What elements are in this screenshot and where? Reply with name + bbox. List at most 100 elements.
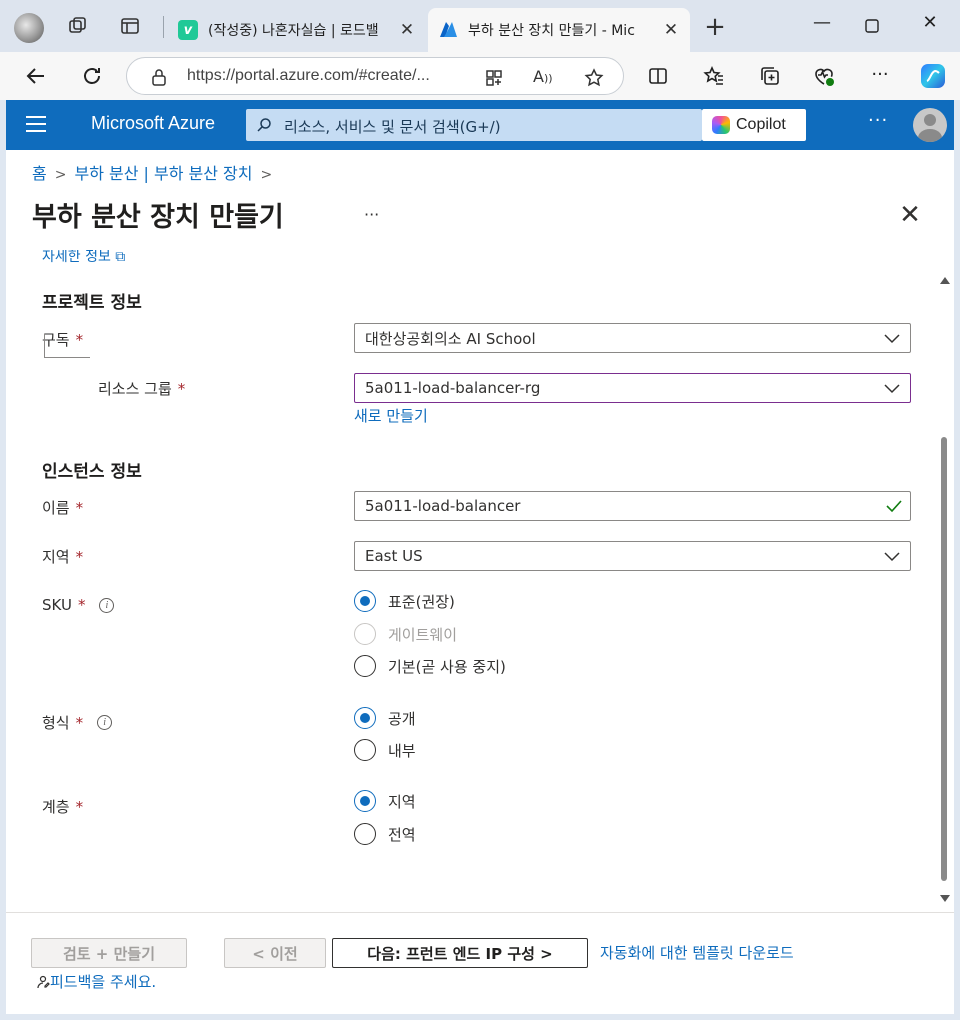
browser-tab-active[interactable]: 부하 분산 장치 만들기 - Mic ✕ [428,8,690,52]
tier-option-label: 전역 [388,825,416,844]
settings-more-icon[interactable]: ··· [868,64,892,88]
create-new-resource-group-link[interactable]: 새로 만들기 [354,405,428,426]
breadcrumb-load-balancing[interactable]: 부하 분산 | 부하 분산 장치 [74,164,252,183]
global-search-input[interactable]: 리소스, 서비스 및 문서 검색(G+/) [246,109,702,141]
copilot-browser-icon[interactable] [918,61,948,91]
azure-icon [438,20,458,40]
info-icon[interactable]: i [99,597,115,613]
azure-brand[interactable]: Microsoft Azure [91,113,215,134]
read-aloud-icon[interactable]: A)) [533,67,555,89]
region-label: 지역 * [42,546,83,567]
required-mark: * [77,596,86,614]
tab-title: 부하 분산 장치 만들기 - Mic [468,23,635,39]
refresh-icon[interactable] [78,62,106,90]
tab-actions-icon[interactable] [118,14,142,38]
type-label: 형식 * i [42,712,113,733]
lock-icon[interactable] [149,67,169,87]
split-screen-icon[interactable] [646,64,670,88]
radio-circle [354,590,376,612]
feedback-icon [37,975,50,988]
name-input[interactable]: 5a011-load-balancer [354,491,911,521]
resource-group-value: 5a011-load-balancer-rg [365,379,541,397]
resource-group-label-text: 리소스 그룹 [98,380,172,398]
sku-radio-standard[interactable]: 표준(권장) [354,590,455,612]
chevron-down-icon [884,381,900,395]
vertical-scrollbar[interactable] [938,275,950,905]
required-mark: * [75,547,84,566]
copilot-label: Copilot [736,116,786,133]
portal-viewport: Microsoft Azure 리소스, 서비스 및 문서 검색(G+/) Co… [6,100,954,1014]
type-radio-public[interactable]: 공개 [354,707,416,729]
previous-button[interactable]: < 이전 [224,938,326,968]
resource-group-select[interactable]: 5a011-load-balancer-rg [354,373,911,403]
address-bar-row: https://portal.azure.com/#create/... A))… [0,52,960,100]
learn-more-link[interactable]: 자세한 정보 ⧉ [42,250,125,266]
maximize-icon[interactable] [852,12,892,42]
chevron-down-icon [884,549,900,563]
next-frontend-ip-button[interactable]: 다음: 프런트 엔드 IP 구성 > [332,938,588,968]
chevron-right-icon: > [54,167,67,183]
required-mark: * [75,797,84,816]
close-tab-icon[interactable]: ✕ [662,20,680,40]
menu-icon[interactable] [26,116,46,132]
feedback-link[interactable]: 피드백을 주세요. [36,971,156,992]
name-label: 이름 * [42,497,83,518]
workspaces-icon[interactable] [66,14,90,38]
tier-label-text: 계층 [42,798,70,816]
scroll-up-icon[interactable] [940,277,950,284]
tier-radio-global[interactable]: 전역 [354,823,416,845]
info-icon[interactable]: i [97,715,113,730]
name-value: 5a011-load-balancer [365,497,521,515]
user-avatar[interactable] [913,108,947,142]
download-template-link[interactable]: 자동화에 대한 템플릿 다운로드 [600,942,794,963]
type-radio-internal[interactable]: 내부 [354,739,416,761]
close-tab-icon[interactable]: ✕ [398,20,416,40]
required-mark: * [75,713,84,732]
scrollbar-thumb[interactable] [941,437,947,881]
review-create-button[interactable]: 검토 + 만들기 [31,938,187,968]
portal-more-icon[interactable]: ··· [868,110,888,131]
type-label-text: 형식 [42,714,70,732]
sku-option-label: 표준(권장) [388,592,455,611]
type-option-label: 공개 [388,709,416,728]
url-text: https://portal.azure.com/#create/... [187,67,430,84]
search-icon [256,117,272,133]
back-icon[interactable] [22,62,50,90]
breadcrumb-home[interactable]: 홈 [32,164,47,183]
profile-avatar[interactable] [14,13,44,43]
region-select[interactable]: East US [354,541,911,571]
favorites-icon[interactable] [702,64,726,88]
chevron-down-icon [884,331,900,345]
copilot-button[interactable]: Copilot [702,109,806,141]
name-label-text: 이름 [42,499,70,517]
close-blade-icon[interactable]: ✕ [898,202,922,228]
chevron-right-icon: > [260,167,273,183]
app-available-icon[interactable] [483,67,505,89]
browser-tab-inactive[interactable]: v (작성중) 나혼자실습 | 로드밸 ✕ [168,8,426,52]
new-tab-button[interactable]: + [700,14,730,44]
address-bar[interactable]: https://portal.azure.com/#create/... A)) [126,57,624,95]
form-scroll-area[interactable]: 자세한 정보 ⧉ 프로젝트 정보 구독 * 대한상공회의소 AI School 리… [6,250,954,912]
favorite-star-icon[interactable] [583,67,605,89]
tier-option-label: 지역 [388,792,416,811]
feedback-text: 피드백을 주세요. [50,973,157,991]
sku-radio-basic[interactable]: 기본(곧 사용 중지) [354,655,506,677]
region-value: East US [365,547,423,565]
required-mark: * [75,498,84,517]
scroll-down-icon[interactable] [940,895,950,902]
form-footer: 검토 + 만들기 < 이전 다음: 프런트 엔드 IP 구성 > 자동화에 대한… [6,912,954,1014]
tier-radio-regional[interactable]: 지역 [354,790,416,812]
minimize-icon[interactable]: — [802,12,842,42]
radio-circle [354,655,376,677]
collections-icon[interactable] [758,64,782,88]
tab-title: (작성중) 나혼자실습 | 로드밸 [208,23,379,39]
subscription-select[interactable]: 대한상공회의소 AI School [354,323,911,353]
browser-tab-strip: v (작성중) 나혼자실습 | 로드밸 ✕ 부하 분산 장치 만들기 - Mic… [0,0,960,52]
close-window-icon[interactable]: ✕ [910,12,950,42]
type-option-label: 내부 [388,741,416,760]
sku-radio-gateway: 게이트웨이 [354,623,457,645]
title-more-icon[interactable]: ··· [364,205,379,224]
checkmark-icon [886,499,902,513]
browser-essentials-icon[interactable] [812,64,836,88]
radio-circle [354,623,376,645]
